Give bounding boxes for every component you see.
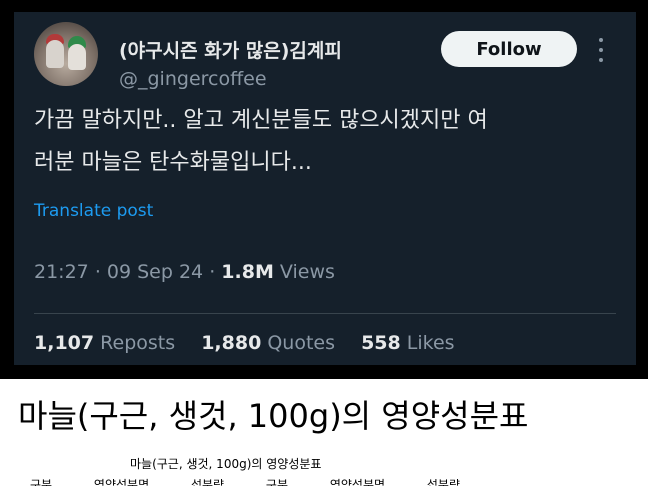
views-count: 1.8M [221, 261, 274, 283]
likes-label: Likes [406, 332, 455, 354]
views-label: Views [279, 261, 335, 283]
translate-post-link[interactable]: Translate post [34, 201, 153, 221]
avatar-figure [68, 44, 86, 70]
table-header-cell: 섭분량 [426, 478, 460, 486]
display-name[interactable]: (야구시즌 화가 많은)김계피 [119, 36, 342, 63]
meta-separator: · [209, 261, 216, 283]
table-header-row: 구분 영양성분명 섭분량 구분 영양성분명 섭분량 [30, 476, 498, 486]
table-header-cell: 영양성분명 [329, 478, 386, 486]
post-date[interactable]: 09 Sep 24 [107, 261, 203, 283]
reposts-stat[interactable]: 1,107 Reposts [34, 332, 175, 354]
document-title: 마늘(구근, 생것, 100g)의 영양성분표 [18, 397, 529, 435]
nutrition-document: 마늘(구근, 생것, 100g)의 영양성분표 마늘(구근, 생것, 100g)… [0, 379, 648, 486]
avatar-figure [46, 40, 64, 68]
likes-stat[interactable]: 558 Likes [361, 332, 455, 354]
table-header-cell: 구분 [30, 478, 53, 486]
more-options-icon[interactable] [596, 38, 606, 62]
tweet-text: 가끔 말하지만.. 알고 계신분들도 많으시겠지만 여 러분 마늘은 탄수화물입… [34, 100, 619, 184]
reposts-label: Reposts [100, 332, 176, 354]
tweet-text-line: 러분 마늘은 탄수화물입니다... [34, 150, 312, 175]
tweet-text-line: 가끔 말하지만.. 알고 계신분들도 많으시겠지만 여 [34, 108, 488, 133]
quotes-count: 1,880 [201, 332, 262, 354]
table-header-cell: 섭분량 [190, 478, 225, 486]
user-handle[interactable]: @_gingercoffee [119, 68, 267, 90]
quotes-stat[interactable]: 1,880 Quotes [201, 332, 335, 354]
table-caption: 마늘(구근, 생것, 100g)의 영양성분표 [130, 457, 322, 471]
engagement-stats: 1,107 Reposts 1,880 Quotes 558 Likes [34, 332, 455, 354]
avatar[interactable] [34, 22, 98, 86]
tweet-meta: 21:27 · 09 Sep 24 · 1.8M Views [34, 261, 335, 283]
table-header-cell: 영양성분명 [93, 478, 150, 486]
quotes-label: Quotes [267, 332, 336, 354]
table-header-cell: 구분 [265, 478, 288, 486]
reposts-count: 1,107 [34, 332, 95, 354]
post-time[interactable]: 21:27 [34, 261, 89, 283]
follow-button[interactable]: Follow [441, 31, 577, 67]
meta-separator: · [94, 261, 101, 283]
tweet-card: (야구시즌 화가 많은)김계피 @_gingercoffee Follow 가끔… [14, 12, 636, 365]
likes-count: 558 [361, 332, 401, 354]
divider [34, 313, 616, 314]
